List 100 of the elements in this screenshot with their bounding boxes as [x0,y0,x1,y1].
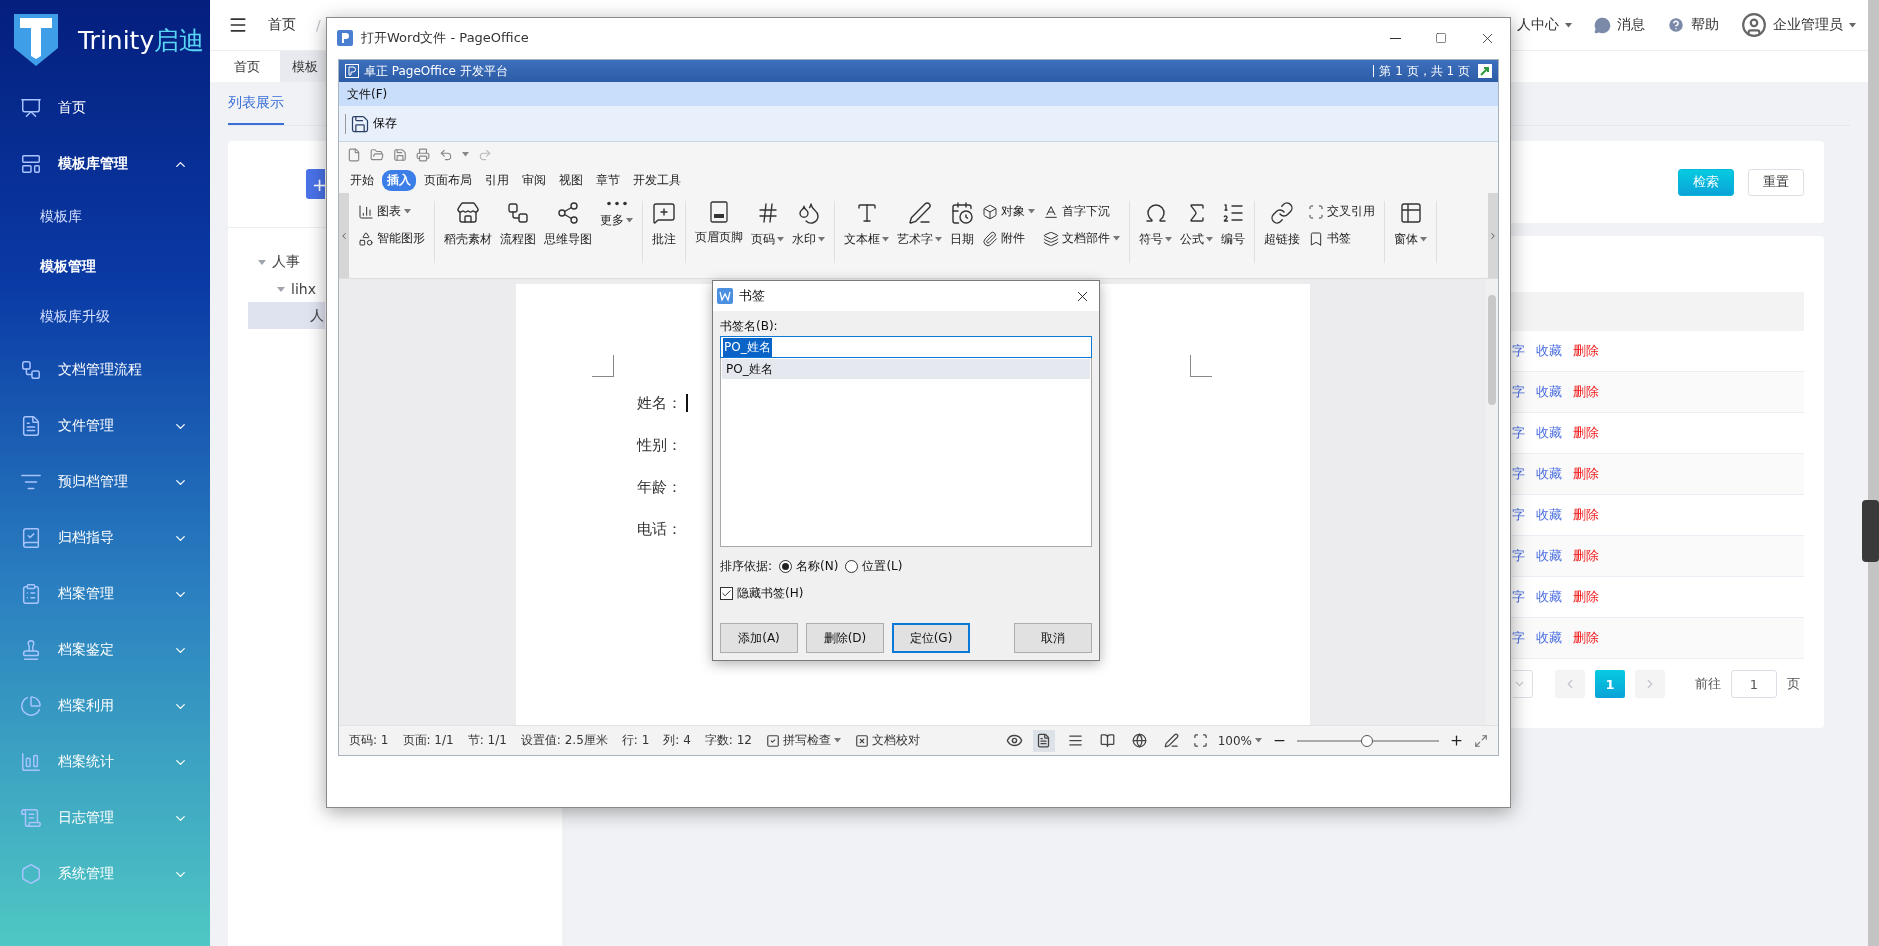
sidebar-item[interactable]: 模板库管理 [0,136,210,192]
action-link[interactable]: 删除 [1573,506,1599,524]
tree-node[interactable]: 人事 [248,248,325,275]
save-icon[interactable] [393,147,407,162]
dialog-button[interactable]: 取消 [1014,623,1092,653]
eye-icon[interactable] [1005,732,1023,749]
sidebar-item[interactable]: 文档管理流程 [0,342,210,398]
ribbon-button[interactable]: 日期 [947,201,977,248]
action-link[interactable]: 收藏 [1536,629,1562,647]
sidebar-subitem[interactable]: 模板库 [0,192,210,242]
input-field[interactable]: PO_姓名 [720,336,1092,358]
page-view-button[interactable] [1032,729,1055,752]
save-button[interactable]: 保存 [345,113,401,134]
action-link[interactable]: 收藏 [1536,547,1562,565]
ribbon-button[interactable]: 图表 [358,203,425,220]
action-link[interactable]: 收藏 [1536,424,1562,442]
reset-button[interactable]: 重置 [1748,168,1804,196]
ribbon-button[interactable]: 页眉页脚 [692,201,746,246]
action-link[interactable]: 删除 [1573,465,1599,483]
radio-button[interactable] [779,559,793,573]
ribbon-tab[interactable]: 开始 [345,169,379,191]
ribbon-tab[interactable]: 审阅 [517,169,551,191]
action-link[interactable]: 字 [1512,383,1525,401]
ribbon-button[interactable]: 流程图 [497,201,539,248]
action-link[interactable]: 收藏 [1536,342,1562,360]
messages-link[interactable]: 消息 [1594,16,1645,34]
radio-option[interactable]: 位置(L) [842,557,903,575]
action-link[interactable]: 收藏 [1536,506,1562,524]
action-link[interactable]: 删除 [1573,424,1599,442]
ribbon-button[interactable]: 首字下沉 [1043,203,1120,220]
ribbon-button[interactable]: 编号 [1218,201,1248,248]
action-link[interactable]: 字 [1512,342,1525,360]
ribbon-button[interactable]: 符号 [1136,201,1175,248]
folder-icon[interactable] [370,147,384,162]
breadcrumb-link[interactable]: 首页 [268,16,296,34]
ribbon-button[interactable]: 思维导图 [541,201,595,248]
ribbon-button[interactable]: 对象 [982,203,1035,220]
ribbon-button[interactable]: 书签 [1308,230,1375,247]
add-button[interactable]: + [306,169,325,199]
action-link[interactable]: 删除 [1573,629,1599,647]
sidebar-subitem[interactable]: 模板管理 [0,242,210,292]
action-link[interactable]: 字 [1512,629,1525,647]
undo-icon[interactable] [439,147,453,162]
help-link[interactable]: 帮助 [1667,16,1719,34]
user-center-link[interactable]: 人中心 [1517,16,1572,34]
action-link[interactable]: 删除 [1573,342,1599,360]
sidebar-item[interactable]: 预归档管理 [0,454,210,510]
view-tab[interactable]: 列表展示 [228,82,284,125]
tree-node[interactable]: 人 [248,302,325,329]
user-menu[interactable]: 企业管理员 [1741,12,1856,38]
checkbox-option[interactable]: 隐藏书签(H) [720,584,804,602]
action-link[interactable]: 字 [1512,588,1525,606]
print-icon[interactable] [416,147,430,162]
ribbon-button[interactable]: 文本框 [841,201,892,248]
page-input[interactable]: 1 [1731,670,1777,698]
sidebar-item[interactable]: 档案鉴定 [0,622,210,678]
ribbon-tab[interactable]: 引用 [480,169,514,191]
tree-node[interactable]: lihx [248,275,325,302]
sidebar-item[interactable]: 文件管理 [0,398,210,454]
action-link[interactable]: 字 [1512,465,1525,483]
action-link[interactable]: 收藏 [1536,465,1562,483]
spell-check-button[interactable]: 拼写检查 [765,732,841,749]
ribbon-button[interactable]: 文档部件 [1043,230,1120,247]
action-link[interactable]: 字 [1512,547,1525,565]
action-link[interactable]: 删除 [1573,383,1599,401]
menu-item[interactable]: 文件(F) [343,83,392,105]
action-link[interactable]: 字 [1512,424,1525,442]
dialog-button[interactable]: 删除(D) [806,623,884,653]
ribbon-button[interactable]: 页码 [748,201,787,248]
ribbon-button[interactable]: 艺术字 [894,201,945,248]
ribbon-button[interactable]: 交叉引用 [1308,203,1375,220]
zoom-dropdown[interactable]: 100% [1217,733,1262,748]
ribbon-button[interactable]: 更多 [597,201,636,229]
ribbon-tab[interactable]: 页面布局 [419,169,477,191]
checkbox[interactable] [720,586,733,600]
radio-button[interactable] [845,559,859,573]
action-link[interactable]: 删除 [1573,588,1599,606]
list-item[interactable]: PO_姓名 [722,359,1090,379]
sidebar-item[interactable]: 档案管理 [0,566,210,622]
ribbon-button[interactable]: 水印 [789,201,828,248]
ribbon-tab[interactable]: 插入 [382,169,416,191]
action-link[interactable]: 收藏 [1536,588,1562,606]
dialog-button[interactable]: 添加(A) [720,623,798,653]
sidebar-item[interactable]: 首页 [0,80,210,136]
ribbon-tab[interactable]: 视图 [554,169,588,191]
ribbon-tab[interactable]: 章节 [591,169,625,191]
sidebar-subitem[interactable]: 模板库升级 [0,292,210,342]
ribbon-button[interactable]: 稻壳素材 [441,201,495,248]
action-link[interactable]: 收藏 [1536,383,1562,401]
dialog-button[interactable]: 定位(G) [892,623,970,653]
fullscreen-icon[interactable] [1474,733,1488,748]
ribbon-button[interactable]: 超链接 [1261,201,1303,248]
ribbon-button[interactable]: 智能图形 [358,230,425,247]
slider-thumb[interactable] [1360,734,1373,747]
ribbon-button[interactable]: 窗体 [1391,201,1430,248]
zoom-in-icon[interactable] [1449,733,1464,748]
ribbon-button[interactable]: 公式 [1177,201,1216,248]
radio-option[interactable]: 名称(N) [776,557,839,575]
sidebar-item[interactable]: 归档指导 [0,510,210,566]
ribbon-button[interactable]: 批注 [649,201,679,248]
